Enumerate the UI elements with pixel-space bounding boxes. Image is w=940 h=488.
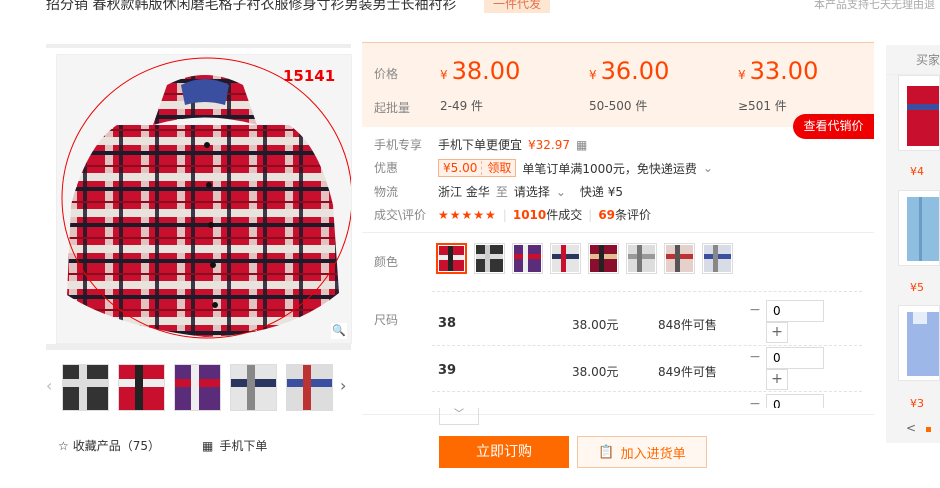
gallery-scroll-bar [46, 344, 351, 350]
color-swatch[interactable] [664, 243, 695, 274]
free-shipping-text: 单笔订单满1000元，免快递运费 [522, 161, 697, 176]
size-stock: 848件可售 [658, 318, 717, 332]
favorite-label: 收藏产品（75） [72, 439, 161, 453]
sidebar-prev-arrow-icon[interactable]: < [906, 421, 916, 435]
min-qty-label: 起批量 [374, 101, 411, 115]
tier-qty: ≥501 件 [738, 99, 787, 113]
divider [432, 291, 862, 292]
coupon[interactable]: ¥5.00 领取 [438, 159, 517, 177]
size-stock: 849件可售 [658, 365, 717, 379]
quantity-input[interactable] [766, 300, 824, 322]
increase-button[interactable]: + [766, 369, 788, 390]
color-swatch[interactable] [474, 243, 505, 274]
destination-select[interactable]: 请选择 [514, 183, 550, 200]
expand-sizes-chevron-icon[interactable]: ﹀ [439, 408, 479, 425]
rating-stars-icon: ★★★★★ [438, 207, 497, 222]
decrease-button[interactable]: − [744, 394, 766, 408]
size-label: 尺码 [374, 313, 399, 327]
reviews-count-link[interactable]: 69条评价 [598, 206, 651, 223]
view-agent-price-button[interactable]: 查看代销价 [793, 114, 874, 139]
chevron-down-icon[interactable]: ⌄ [556, 185, 566, 199]
thumb-next-arrow-icon[interactable]: › [340, 376, 346, 395]
deals-count-link[interactable]: 1010件成交 [513, 206, 582, 223]
recommended-item[interactable] [898, 305, 940, 381]
sidebar-page-indicator[interactable] [926, 427, 931, 432]
product-title: 招分销 春秋款韩版休闲磨毛格子衬衣服修身寸衫男装男士长袖衬衫 [46, 0, 457, 13]
dropship-tag[interactable]: 一件代发 [484, 0, 551, 13]
tier-qty: 2-49 件 [440, 99, 484, 113]
quantity-input[interactable] [766, 394, 824, 408]
to-text: 至 [495, 185, 508, 199]
express-fee: 快递 ¥5 [579, 185, 624, 199]
color-label: 颜色 [374, 255, 399, 269]
add-to-cart-button[interactable]: 📋 加入进货单 [577, 436, 707, 468]
thumbnail[interactable] [286, 364, 333, 411]
size-list-overflow: − [432, 392, 852, 408]
chevron-down-icon[interactable]: ⌄ [703, 161, 713, 175]
size-price: 38.00元 [572, 318, 619, 332]
deals-reviews-label: 成交\评价 [374, 208, 427, 222]
increase-button[interactable]: + [766, 322, 788, 343]
price-panel: 价格 起批量 ¥38.00 2-49 件 ¥36.00 50-500 件 ¥33… [362, 42, 874, 127]
tier-price: ¥38.00 [440, 57, 521, 85]
qrcode-icon: ▦ [202, 438, 214, 453]
recommended-item[interactable] [898, 190, 940, 266]
recommended-price: ¥3 [910, 397, 924, 410]
price-label: 价格 [374, 67, 399, 81]
divider [362, 232, 874, 233]
divider [432, 345, 862, 346]
thumbnail[interactable] [230, 364, 277, 411]
magnifier-icon[interactable]: 🔍 [331, 323, 347, 339]
logistics-label: 物流 [374, 185, 399, 199]
buy-now-button[interactable]: 立即订购 [439, 436, 569, 468]
thumbnail[interactable] [118, 364, 165, 411]
color-swatches [436, 243, 733, 274]
color-swatch[interactable] [626, 243, 657, 274]
coupon-get-button[interactable]: 领取 [481, 161, 512, 175]
size-option-row: 38 38.00元 848件可售 − + [432, 300, 842, 344]
recommended-price: ¥4 [910, 165, 924, 178]
main-product-image[interactable]: 15141 🔍 [56, 54, 352, 344]
size-value: 38 [438, 316, 457, 331]
buyers-also-viewed-sidebar: 买家 ¥4 ¥5 ¥3 < [886, 45, 940, 443]
decrease-button[interactable]: − [744, 300, 766, 322]
recommended-item[interactable] [898, 75, 940, 151]
size-value: 39 [438, 363, 457, 378]
mobile-order-link[interactable]: ▦ 手机下单 [202, 437, 267, 454]
favorite-product-link[interactable]: ☆ 收藏产品（75） [58, 437, 160, 454]
sidebar-heading: 买家 [886, 45, 940, 75]
origin-location: 浙江 金华 [438, 185, 490, 199]
color-swatch[interactable] [436, 243, 467, 274]
thumbnail[interactable] [62, 364, 109, 411]
size-option-row: − [432, 394, 842, 408]
qrcode-icon[interactable]: ▦ [576, 138, 587, 152]
size-price: 38.00元 [572, 365, 619, 379]
recommended-price: ¥5 [910, 281, 924, 294]
return-policy-notice: 本产品支持七天无理由退 [814, 0, 935, 11]
mobile-exclusive-label: 手机专享 [374, 138, 423, 152]
item-number-watermark: 15141 [283, 67, 336, 85]
mobile-exclusive-text: 手机下单更便宜 [438, 138, 523, 152]
thumbnail-strip: ‹ › [46, 362, 356, 412]
gallery-top-border [46, 44, 351, 48]
clipboard-icon: 📋 [598, 444, 615, 460]
size-option-row: 39 38.00元 849件可售 − + [432, 347, 842, 391]
color-swatch[interactable] [550, 243, 581, 274]
decrease-button[interactable]: − [744, 347, 766, 369]
thumbnail[interactable] [174, 364, 221, 411]
add-to-cart-label: 加入进货单 [620, 446, 686, 462]
tier-qty: 50-500 件 [589, 99, 648, 113]
thumb-prev-arrow-icon[interactable]: ‹ [46, 376, 52, 395]
mobile-price: ¥32.97 [528, 137, 571, 152]
promotion-label: 优惠 [374, 161, 399, 175]
quantity-input[interactable] [766, 347, 824, 369]
star-outline-icon: ☆ [58, 438, 69, 453]
color-swatch[interactable] [588, 243, 619, 274]
color-swatch[interactable] [702, 243, 733, 274]
tier-price: ¥33.00 [738, 57, 819, 85]
tier-price: ¥36.00 [589, 57, 670, 85]
color-swatch[interactable] [512, 243, 543, 274]
title-bar: 招分销 春秋款韩版休闲磨毛格子衬衣服修身寸衫男装男士长袖衬衫 一件代发 本产品支… [0, 0, 940, 16]
mobile-order-label: 手机下单 [219, 439, 268, 453]
